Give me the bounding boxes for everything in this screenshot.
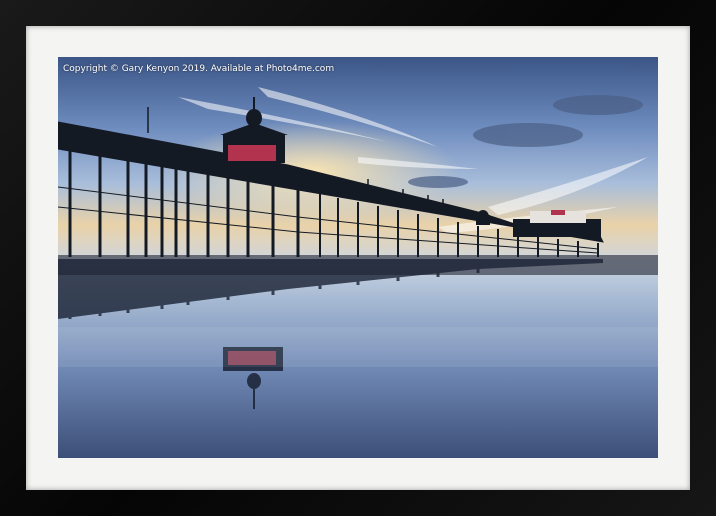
pier-photograph	[58, 57, 658, 458]
copyright-watermark: Copyright © Gary Kenyon 2019. Available …	[63, 64, 335, 74]
